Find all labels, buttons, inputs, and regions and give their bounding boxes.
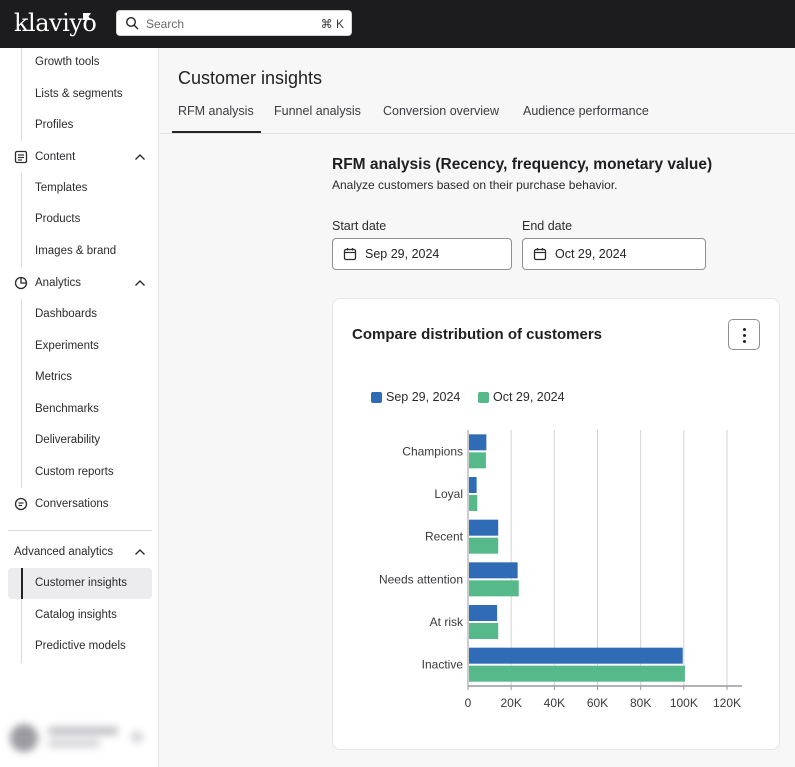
tab-audience-performance[interactable]: Audience performance [523,104,649,118]
kebab-dot [743,334,746,337]
distribution-bar-chart: 0 20K 40K 60K 80K 100K 120K Champions Loyal Recen… [379,430,742,710]
bar-at-risk-series-2 [469,623,499,639]
legend-item-series-2[interactable]: Oct 29, 2024 [478,390,565,404]
sidebar-divider [8,530,152,531]
section-title: RFM analysis (Recency, frequency, moneta… [332,156,713,173]
chevron-up-icon[interactable] [134,153,146,161]
bar-needs-attention-series-1 [469,562,518,579]
calendar-icon [343,248,357,261]
y-category-label: Loyal [434,487,463,501]
kebab-dot [743,328,746,331]
sidebar-item-images-brand[interactable]: Images & brand [35,245,116,257]
y-category-label: Needs attention [379,572,463,586]
chevron-up-icon[interactable] [134,279,146,287]
advanced-analytics-header[interactable]: Advanced analytics [14,546,113,558]
bar-inactive-series-1 [469,647,683,664]
sidebar-item-templates[interactable]: Templates [35,182,87,194]
x-tick-label: 20K [500,696,521,710]
calendar-icon [533,248,547,261]
search-icon [125,16,139,30]
account-name-redacted [48,727,118,735]
sidebar-item-predictive-models[interactable]: Predictive models [35,640,126,652]
bar-needs-attention-series-2 [469,580,519,597]
sidebar-item-deliverability[interactable]: Deliverability [35,434,100,446]
search-shortcut: ⌘ K [320,17,344,31]
sidebar-active-indicator [21,568,23,599]
sidebar-item-metrics[interactable]: Metrics [35,371,72,383]
sidebar-item-label: Conversations [35,498,109,510]
top-bar: klaviyo Search ⌘ K [0,0,795,48]
nav-guide-line [21,48,22,141]
start-date-field[interactable]: Sep 29, 2024 [332,238,512,270]
section-subtitle: Analyze customers based on their purchas… [332,178,618,192]
bar-inactive-series-2 [469,665,685,682]
end-date-label: End date [522,219,573,233]
tab-conversion-overview[interactable]: Conversion overview [383,104,499,118]
page-title: Customer insights [178,68,323,88]
tab-funnel-analysis[interactable]: Funnel analysis [274,104,361,118]
analytics-icon [14,276,28,290]
conversations-icon [14,497,28,511]
bar-loyal-series-1 [469,477,477,493]
search-placeholder: Search [146,17,185,31]
x-tick-label: 0 [465,696,472,710]
sidebar-item-analytics[interactable]: Analytics [14,276,81,290]
avatar [10,724,38,752]
kebab-dot [743,340,746,343]
x-tick-label: 120K [713,696,741,710]
legend-swatch [478,391,489,403]
sidebar-item-experiments[interactable]: Experiments [35,340,99,352]
sidebar-item-profiles[interactable]: Profiles [35,119,73,131]
bar-champions-series-2 [469,452,486,469]
content-icon [14,150,28,164]
bar-champions-series-1 [469,434,487,451]
sidebar-item-lists-segments[interactable]: Lists & segments [35,88,123,100]
bar-recent-series-1 [469,519,499,536]
sidebar-item-dashboards[interactable]: Dashboards [35,308,97,320]
nav-guide-line [21,173,22,267]
tab-active-indicator [172,131,261,133]
card-title: Compare distribution of customers [352,326,603,343]
x-tick-label: 80K [630,696,651,710]
legend-label: Sep 29, 2024 [386,390,461,404]
start-date-label: Start date [332,219,387,233]
legend-swatch [371,391,382,403]
sidebar-item-label: Content [35,151,76,163]
account-detail-redacted [48,740,100,747]
sidebar-item-conversations[interactable]: Conversations [14,497,109,511]
legend-label: Oct 29, 2024 [493,390,565,404]
y-category-label: At risk [430,615,464,629]
account-menu[interactable] [10,722,150,754]
x-tick-label: 40K [544,696,565,710]
end-date-value: Oct 29, 2024 [555,247,627,261]
sidebar-item-products[interactable]: Products [35,213,80,225]
y-category-label: Inactive [422,658,464,672]
x-tick-label: 100K [670,696,698,710]
account-chevron-icon [132,732,142,742]
y-category-label: Recent [425,530,464,544]
bar-recent-series-2 [469,537,499,554]
x-tick-label: 60K [587,696,608,710]
bar-loyal-series-2 [469,495,478,511]
more-options-button[interactable] [728,319,760,350]
tabs-divider [160,133,795,134]
sidebar-item-benchmarks[interactable]: Benchmarks [35,403,99,415]
sidebar-item-label: Analytics [35,277,82,289]
sidebar-item-custom-reports[interactable]: Custom reports [35,466,114,478]
end-date-field[interactable]: Oct 29, 2024 [522,238,706,270]
search-input[interactable]: Search ⌘ K [116,10,352,36]
y-category-label: Champions [402,444,463,458]
legend-item-series-1[interactable]: Sep 29, 2024 [371,390,460,404]
chevron-up-icon[interactable] [134,548,146,556]
sidebar-item-customer-insights[interactable]: Customer insights [35,577,127,589]
sidebar-item-content[interactable]: Content [14,150,75,164]
bar-at-risk-series-1 [469,605,498,621]
sidebar-item-catalog-insights[interactable]: Catalog insights [35,609,117,621]
start-date-value: Sep 29, 2024 [365,247,440,261]
nav-guide-line [21,299,22,488]
sidebar-item-growth-tools[interactable]: Growth tools [35,56,100,68]
tab-rfm-analysis[interactable]: RFM analysis [178,104,254,118]
